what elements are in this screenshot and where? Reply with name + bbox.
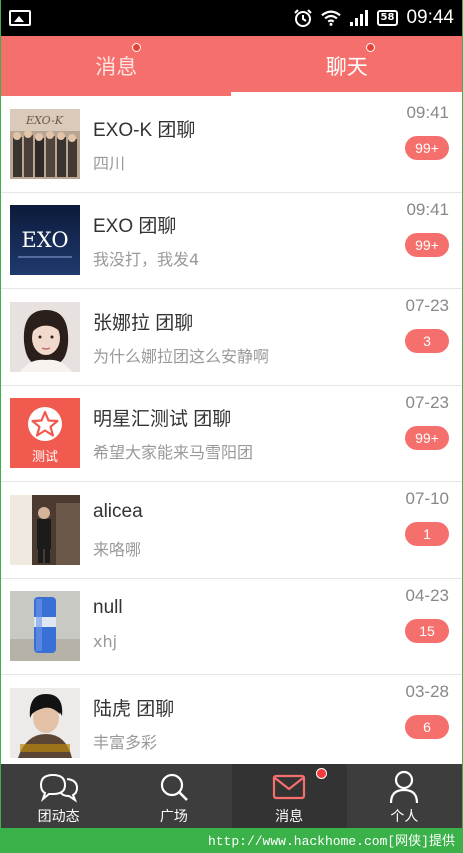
tab-messages[interactable]: 消息: [1, 36, 232, 96]
chat-time: 07-23: [405, 296, 449, 315]
avatar: [10, 591, 80, 662]
chat-preview: xhj: [93, 632, 118, 652]
chat-name: 张娜拉 团聊: [93, 312, 194, 334]
wifi-icon: [320, 8, 341, 28]
tab-label: 消息: [95, 55, 138, 79]
nav-messages[interactable]: 消息: [231, 764, 347, 828]
search-icon: [158, 770, 190, 804]
mail-icon: [272, 770, 306, 804]
chat-name: 陆虎 团聊: [93, 698, 175, 720]
app-frame: 58 09:44 消息 聊天 EXO-K EXO-K 团聊 四川 09:41 9…: [1, 0, 462, 828]
chat-row[interactable]: alicea 来咯哪 07-10 1: [1, 482, 462, 579]
notification-dot: [315, 768, 327, 779]
status-bar: 58 09:44: [1, 0, 462, 36]
unread-badge: 99+: [405, 425, 449, 450]
avatar: 测试: [10, 398, 80, 469]
nav-profile[interactable]: 个人: [347, 764, 462, 828]
chat-row[interactable]: EXO-K EXO-K 团聊 四川 09:41 99+: [1, 96, 462, 193]
unread-badge: 99+: [405, 232, 449, 257]
avatar: [10, 301, 80, 372]
chat-preview: 四川: [93, 153, 126, 173]
nav-label: 团动态: [37, 809, 80, 825]
unread-badge: 6: [405, 715, 449, 739]
chat-bubbles-icon: [37, 770, 81, 804]
chat-row[interactable]: null xhj 04-23 15: [1, 579, 462, 675]
nav-plaza[interactable]: 广场: [116, 764, 231, 828]
bottom-nav: 团动态 广场 消息 个人: [1, 764, 462, 828]
tab-label: 聊天: [325, 55, 368, 79]
chat-preview: 来咯哪: [93, 539, 142, 559]
tab-notification-dot: [132, 43, 141, 52]
chat-time: 03-28: [405, 682, 449, 701]
battery-icon: 58: [376, 10, 399, 26]
nav-label: 个人: [390, 809, 419, 825]
avatar: EXO: [10, 205, 80, 276]
nav-label: 广场: [159, 809, 188, 825]
image-icon: [9, 10, 31, 26]
chat-row[interactable]: 测试 明星汇测试 团聊 希望大家能来马雪阳团 07-23 99+: [1, 386, 462, 482]
nav-label: 消息: [275, 809, 304, 825]
chat-name: null: [93, 597, 123, 619]
chat-name: EXO-K 团聊: [93, 119, 196, 141]
chat-time: 07-10: [405, 489, 449, 508]
unread-badge: 3: [405, 329, 449, 353]
chat-time: 09:41: [406, 103, 449, 122]
nav-group-feed[interactable]: 团动态: [1, 764, 116, 828]
alarm-icon: [293, 8, 313, 28]
chat-preview: 为什么娜拉团这么安静啊: [93, 346, 270, 366]
avatar: [10, 687, 80, 758]
status-indicators: 58 09:44: [293, 7, 454, 29]
chat-time: 09:41: [406, 199, 449, 219]
chat-name: EXO 团聊: [93, 216, 177, 238]
avatar: EXO-K: [10, 108, 80, 179]
tab-chat[interactable]: 聊天: [232, 36, 463, 96]
chat-preview: 希望大家能来马雪阳团: [93, 443, 254, 463]
chat-time: 07-23: [405, 392, 449, 412]
signal-icon: [349, 8, 369, 28]
chat-name: 明星汇测试 团聊: [93, 409, 232, 431]
person-icon: [389, 770, 419, 804]
watermark: http://www.hackhome.com[网侠]提供: [207, 834, 455, 849]
avatar-text: EXO: [21, 228, 68, 252]
chat-list: EXO-K EXO-K 团聊 四川 09:41 99+ EXO EXO 团聊 我…: [1, 96, 462, 772]
chat-row[interactable]: 张娜拉 团聊 为什么娜拉团这么安静啊 07-23 3: [1, 289, 462, 386]
avatar: [10, 494, 80, 565]
unread-badge: 15: [405, 618, 449, 643]
status-time: 09:44: [406, 7, 454, 28]
chat-preview: 丰富多彩: [93, 732, 158, 752]
tab-notification-dot: [365, 43, 375, 52]
chat-row[interactable]: 陆虎 团聊 丰富多彩 03-28 6: [1, 675, 462, 772]
avatar-text: 测试: [32, 450, 58, 465]
svg-text:EXO-K: EXO-K: [25, 114, 64, 127]
unread-badge: 1: [405, 522, 449, 546]
chat-preview: 我没打，我发4: [93, 250, 200, 270]
unread-badge: 99+: [405, 136, 449, 160]
chat-name: alicea: [93, 500, 143, 522]
chat-time: 04-23: [405, 585, 449, 605]
top-tab-bar: 消息 聊天: [1, 36, 462, 96]
chat-row[interactable]: EXO EXO 团聊 我没打，我发4 09:41 99+: [1, 193, 462, 289]
